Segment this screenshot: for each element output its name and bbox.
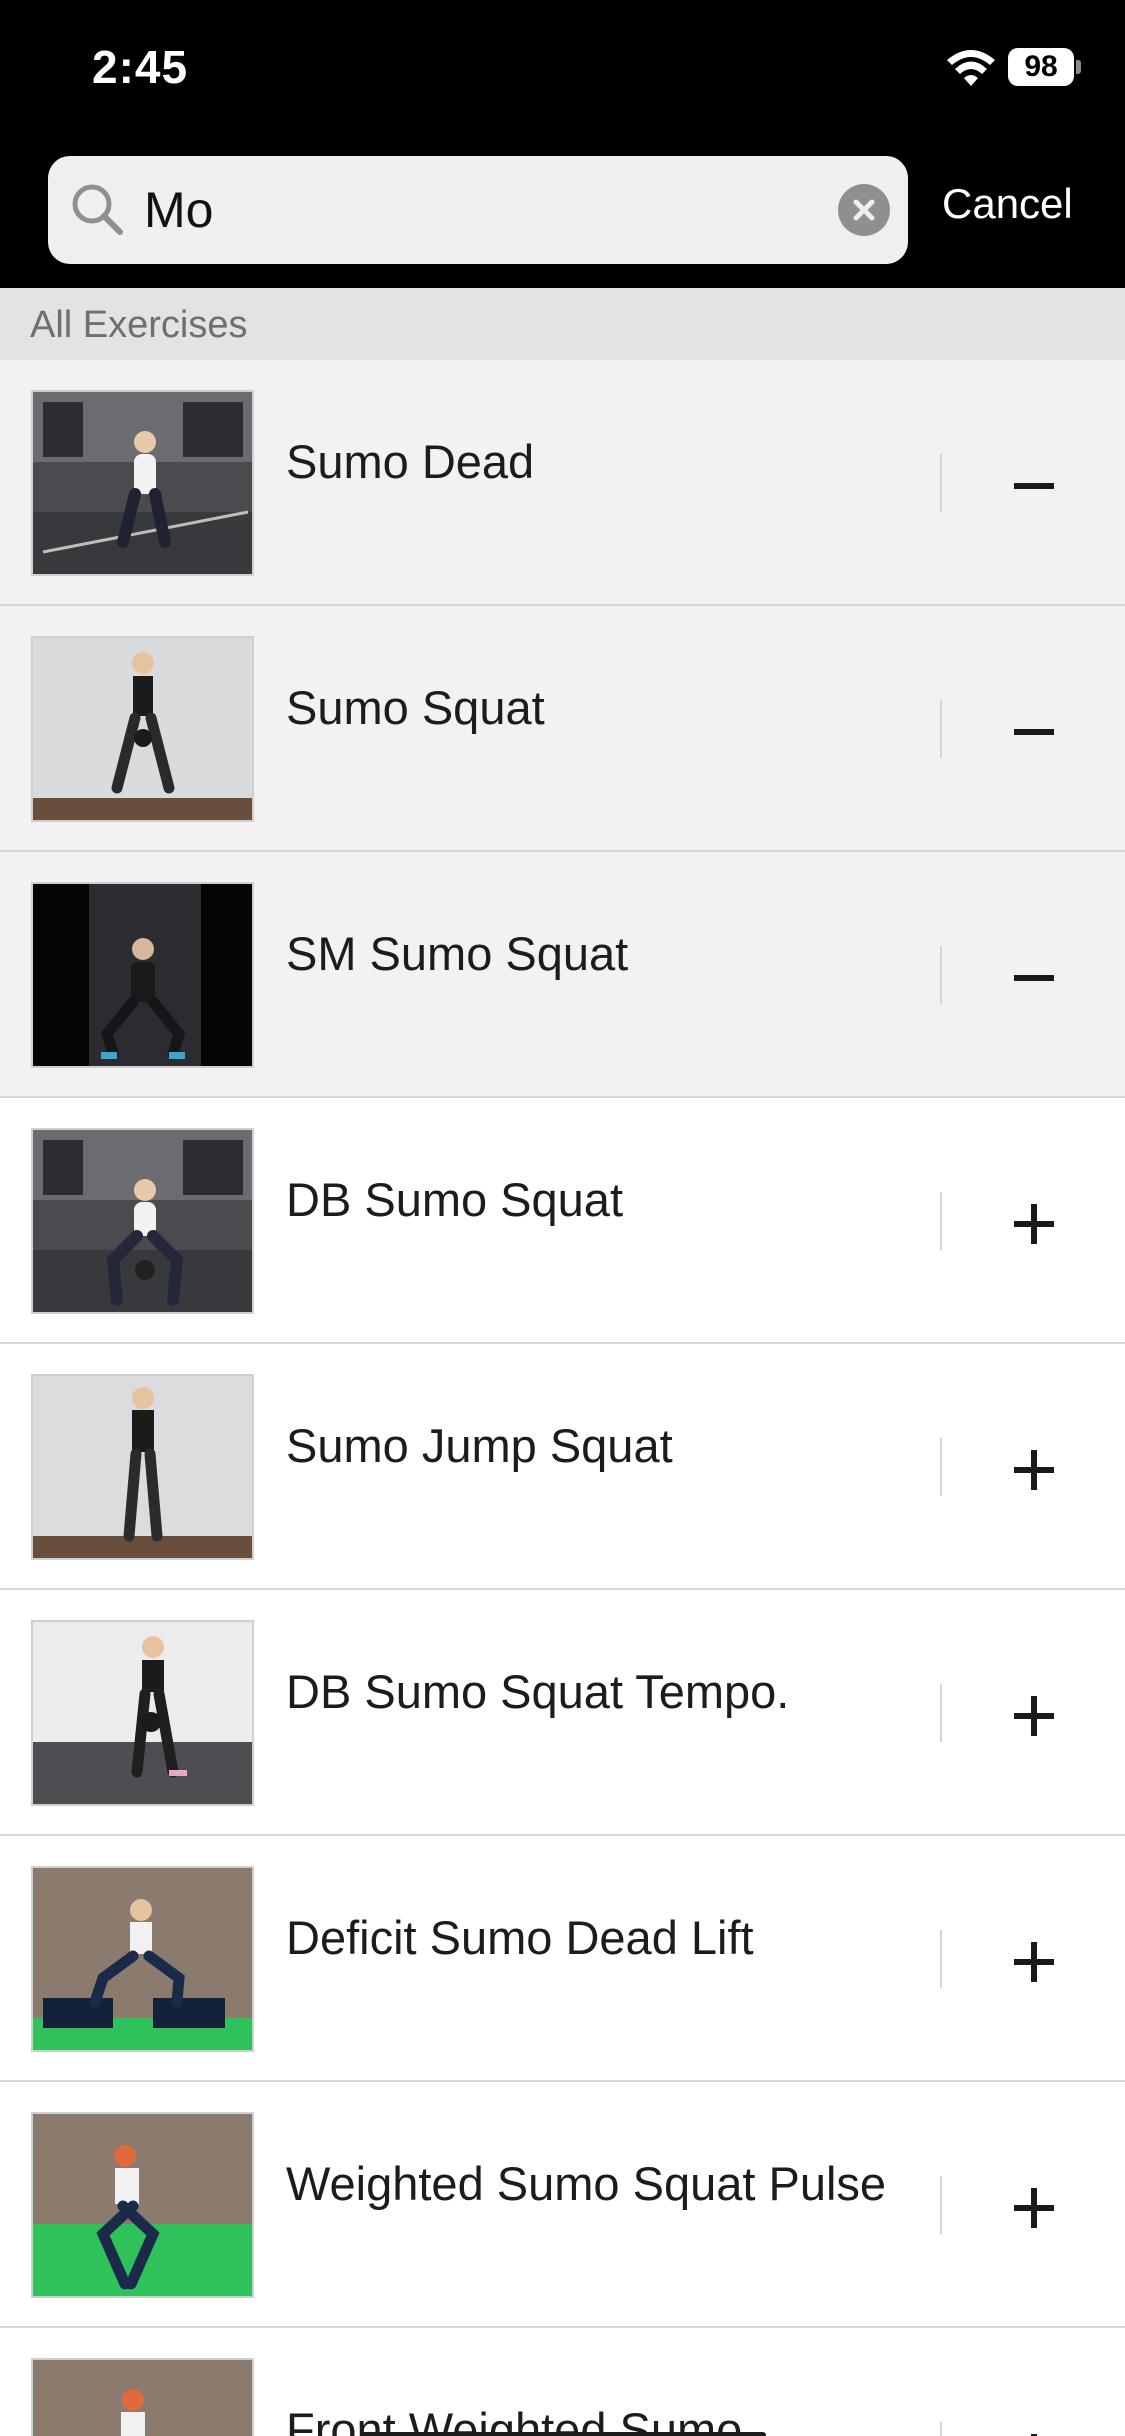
search-bar[interactable]	[48, 156, 908, 264]
add-exercise-button[interactable]	[1000, 1928, 1068, 1996]
add-exercise-button[interactable]	[1000, 1436, 1068, 1504]
section-header: All Exercises	[0, 288, 1125, 360]
exercise-thumbnail	[31, 636, 254, 822]
wifi-icon	[946, 48, 996, 88]
search-icon	[70, 182, 126, 238]
exercise-name: DB Sumo Squat	[286, 1173, 624, 1226]
exercise-thumbnail	[31, 390, 254, 576]
exercise-name: Sumo Jump Squat	[286, 1419, 673, 1472]
exercise-thumbnail	[31, 1620, 254, 1806]
list-item[interactable]: SM Sumo Squat	[0, 852, 1125, 1098]
remove-exercise-button[interactable]	[1000, 698, 1068, 766]
remove-exercise-button[interactable]	[1000, 944, 1068, 1012]
status-bar: 2:45 98	[0, 0, 1125, 140]
exercise-name: Weighted Sumo Squat Pulse	[286, 2157, 887, 2210]
row-divider	[940, 1684, 942, 1742]
battery-icon: 98	[1008, 48, 1074, 86]
exercise-name: Front Weighted Sumo	[286, 2403, 743, 2436]
row-divider	[940, 454, 942, 512]
exercise-thumbnail	[31, 1128, 254, 1314]
list-item[interactable]: DB Sumo Squat Tempo.	[0, 1590, 1125, 1836]
exercise-name: Deficit Sumo Dead Lift	[286, 1911, 754, 1964]
exercise-thumbnail	[31, 2112, 254, 2298]
list-item[interactable]: Sumo Squat	[0, 606, 1125, 852]
list-item[interactable]: Weighted Sumo Squat Pulse	[0, 2082, 1125, 2328]
exercise-thumbnail	[31, 882, 254, 1068]
exercise-thumbnail	[31, 2358, 254, 2436]
row-divider	[940, 1192, 942, 1250]
exercise-name: SM Sumo Squat	[286, 927, 629, 980]
exercise-thumbnail	[31, 1866, 254, 2052]
section-title: All Exercises	[30, 304, 248, 346]
row-divider	[940, 1930, 942, 1988]
add-exercise-button[interactable]	[1000, 2420, 1068, 2436]
row-divider	[940, 1438, 942, 1496]
row-divider	[940, 700, 942, 758]
search-input[interactable]	[144, 156, 844, 264]
exercise-name: Sumo Squat	[286, 681, 545, 734]
add-exercise-button[interactable]	[1000, 2174, 1068, 2242]
list-item[interactable]: Front Weighted Sumo	[0, 2328, 1125, 2436]
row-divider	[940, 946, 942, 1004]
exercise-thumbnail	[31, 1374, 254, 1560]
swipe-gesture-line	[360, 2432, 766, 2436]
list-item[interactable]: DB Sumo Squat	[0, 1098, 1125, 1344]
exercise-name: DB Sumo Squat Tempo.	[286, 1665, 790, 1718]
clear-search-icon[interactable]	[838, 184, 890, 236]
list-item[interactable]: Deficit Sumo Dead Lift	[0, 1836, 1125, 2082]
status-time: 2:45	[92, 41, 189, 93]
exercise-name: Sumo Dead	[286, 435, 535, 488]
list-item[interactable]: Sumo Dead	[0, 360, 1125, 606]
cancel-button[interactable]: Cancel	[942, 180, 1073, 228]
battery-cap	[1076, 60, 1081, 74]
row-divider	[940, 2422, 942, 2436]
list-item[interactable]: Sumo Jump Squat	[0, 1344, 1125, 1590]
row-divider	[940, 2176, 942, 2234]
remove-exercise-button[interactable]	[1000, 452, 1068, 520]
search-header: Cancel	[0, 140, 1125, 288]
exercise-list: Sumo Dead Sumo Squat SM Sumo Squat DB Su…	[0, 360, 1125, 2436]
add-exercise-button[interactable]	[1000, 1190, 1068, 1258]
add-exercise-button[interactable]	[1000, 1682, 1068, 1750]
